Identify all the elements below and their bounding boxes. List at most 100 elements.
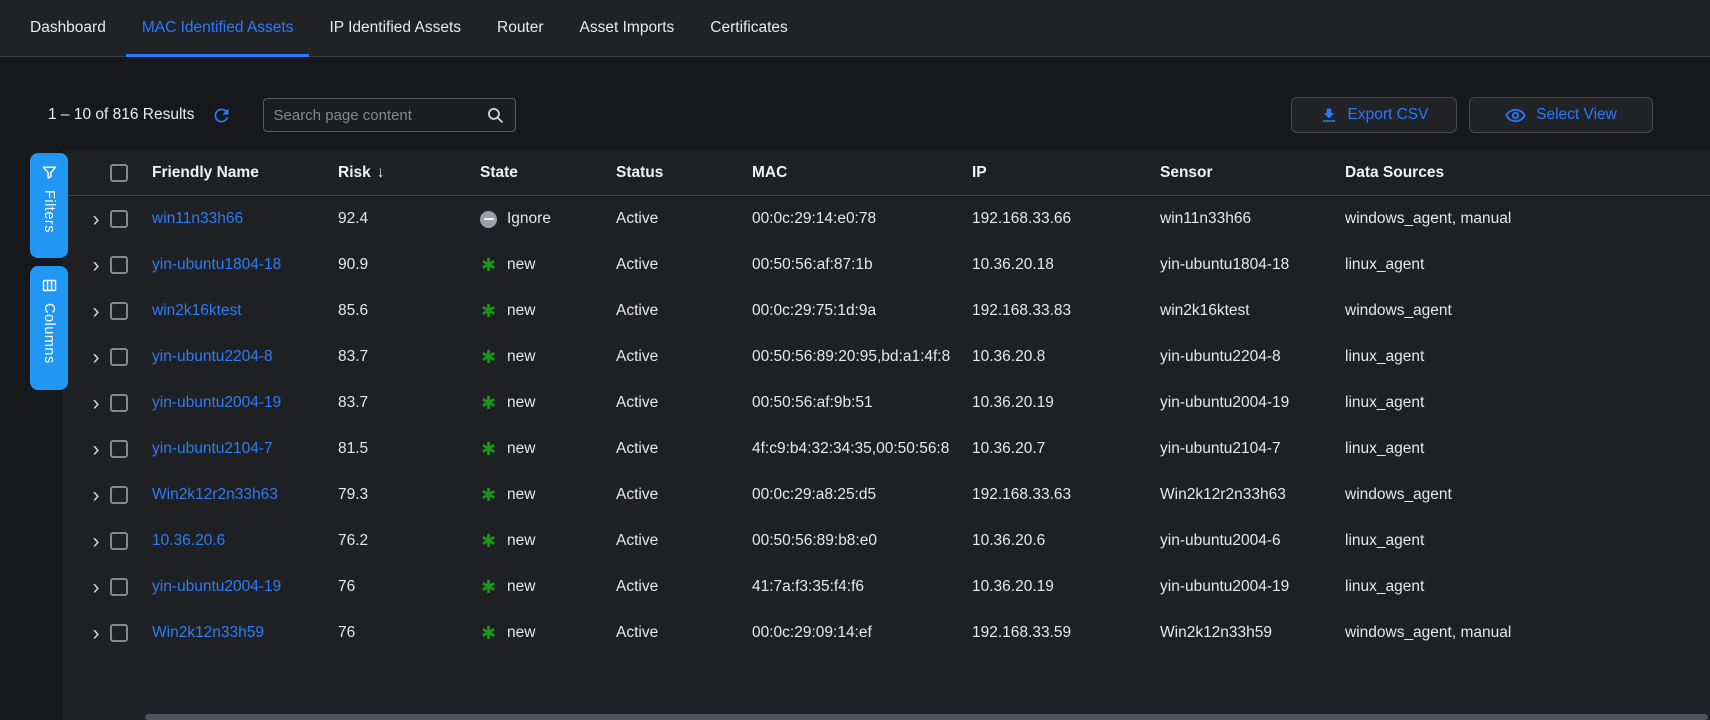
search-input[interactable] xyxy=(274,107,486,124)
state-new-icon: ✱ xyxy=(480,440,497,458)
header-friendly-name[interactable]: Friendly Name xyxy=(152,164,338,182)
tab-mac-identified-assets[interactable]: MAC Identified Assets xyxy=(126,0,310,56)
expand-row-chevron-icon[interactable]: › xyxy=(87,347,105,368)
header-ip[interactable]: IP xyxy=(972,164,1160,182)
nav-tabs: DashboardMAC Identified AssetsIP Identif… xyxy=(14,0,808,56)
cell-friendly-name[interactable]: win2k16ktest xyxy=(152,302,338,320)
select-view-button[interactable]: Select View xyxy=(1469,97,1653,133)
expand-row-chevron-icon[interactable]: › xyxy=(87,255,105,276)
state-label: new xyxy=(507,302,535,320)
cell-data-sources: linux_agent xyxy=(1345,348,1710,366)
cell-mac: 00:50:56:af:9b:51 xyxy=(752,394,972,412)
cell-friendly-name[interactable]: yin-ubuntu1804-18 xyxy=(152,256,338,274)
header-mac[interactable]: MAC xyxy=(752,164,972,182)
expand-row-chevron-icon[interactable]: › xyxy=(87,577,105,598)
sort-descending-icon: ↓ xyxy=(377,164,385,181)
table-row: ›yin-ubuntu2204-883.7✱newActive00:50:56:… xyxy=(63,334,1710,380)
export-csv-button[interactable]: Export CSV xyxy=(1291,97,1457,133)
tab-ip-identified-assets[interactable]: IP Identified Assets xyxy=(313,0,477,56)
expand-row-chevron-icon[interactable]: › xyxy=(87,485,105,506)
state-label: new xyxy=(507,532,535,550)
cell-state: ✱new xyxy=(480,394,616,412)
expand-row-chevron-icon[interactable]: › xyxy=(87,439,105,460)
cell-friendly-name[interactable]: Win2k12n33h59 xyxy=(152,624,338,642)
refresh-button[interactable] xyxy=(211,104,233,126)
cell-data-sources: linux_agent xyxy=(1345,440,1710,458)
cell-sensor: yin-ubuntu1804-18 xyxy=(1160,256,1345,274)
cell-sensor: yin-ubuntu2004-19 xyxy=(1160,578,1345,596)
tab-router[interactable]: Router xyxy=(481,0,560,56)
cell-state: ✱ new xyxy=(480,440,616,458)
header-risk[interactable]: Risk↓ xyxy=(338,164,480,182)
state-label: new xyxy=(507,486,535,504)
toolbar: 1 – 10 of 816 Results Export CSV Select … xyxy=(0,97,1710,133)
expand-row-chevron-icon[interactable]: › xyxy=(87,531,105,552)
row-checkbox[interactable] xyxy=(110,440,128,458)
row-checkbox[interactable] xyxy=(110,256,128,274)
expand-row-chevron-icon[interactable]: › xyxy=(87,623,105,644)
cell-data-sources: windows_agent xyxy=(1345,486,1710,504)
header-status[interactable]: Status xyxy=(616,164,752,182)
header-state[interactable]: State xyxy=(480,164,616,182)
state-label: new xyxy=(507,624,535,642)
table-row: ›Win2k12n33h5976✱newActive00:0c:29:09:14… xyxy=(63,610,1710,656)
cell-ip: 192.168.33.59 xyxy=(972,624,1160,642)
select-view-label: Select View xyxy=(1536,106,1617,124)
tab-dashboard[interactable]: Dashboard xyxy=(14,0,122,56)
expand-row-chevron-icon[interactable]: › xyxy=(87,301,105,322)
cell-state: ✱new xyxy=(480,302,616,320)
cell-ip: 10.36.20.6 xyxy=(972,532,1160,550)
cell-ip: 192.168.33.63 xyxy=(972,486,1160,504)
cell-friendly-name[interactable]: yin-ubuntu2004-19 xyxy=(152,394,338,412)
cell-risk: 76.2 xyxy=(338,532,480,550)
filters-tab[interactable]: Filters xyxy=(30,153,68,258)
cell-status: Active xyxy=(616,302,752,320)
cell-status: Active xyxy=(616,440,752,458)
row-checkbox[interactable] xyxy=(110,532,128,550)
state-label: new xyxy=(507,256,535,274)
horizontal-scrollbar[interactable] xyxy=(145,714,1708,720)
header-sensor[interactable]: Sensor xyxy=(1160,164,1345,182)
table-row: ›Win2k12r2n33h6379.3✱newActive00:0c:29:a… xyxy=(63,472,1710,518)
table-body: ›win11n33h6692.4IgnoreActive00:0c:29:14:… xyxy=(63,196,1710,656)
state-new-icon: ✱ xyxy=(480,394,497,412)
row-checkbox[interactable] xyxy=(110,302,128,320)
cell-mac: 00:50:56:89:20:95,bd:a1:4f:8 xyxy=(752,348,972,366)
cell-mac: 00:0c:29:14:e0:78 xyxy=(752,210,972,228)
cell-sensor: win2k16ktest xyxy=(1160,302,1345,320)
header-data-sources[interactable]: Data Sources xyxy=(1345,164,1710,182)
cell-data-sources: windows_agent xyxy=(1345,302,1710,320)
select-all-checkbox[interactable] xyxy=(110,164,128,182)
cell-risk: 90.9 xyxy=(338,256,480,274)
row-checkbox[interactable] xyxy=(110,486,128,504)
cell-friendly-name[interactable]: yin-ubuntu2004-19 xyxy=(152,578,338,596)
row-controls-cell: › xyxy=(63,577,152,598)
cell-friendly-name[interactable]: yin-ubuntu2104-7 xyxy=(152,440,338,458)
state-label: new xyxy=(507,440,535,458)
expand-row-chevron-icon[interactable]: › xyxy=(87,393,105,414)
row-checkbox[interactable] xyxy=(110,578,128,596)
columns-tab-label: Columns xyxy=(41,303,57,364)
cell-data-sources: linux_agent xyxy=(1345,394,1710,412)
download-icon xyxy=(1320,106,1338,124)
row-checkbox[interactable] xyxy=(110,394,128,412)
cell-friendly-name[interactable]: win11n33h66 xyxy=(152,210,338,228)
tab-certificates[interactable]: Certificates xyxy=(694,0,804,56)
cell-data-sources: windows_agent, manual xyxy=(1345,210,1710,228)
table-row: ›10.36.20.676.2✱newActive00:50:56:89:b8:… xyxy=(63,518,1710,564)
cell-risk: 76 xyxy=(338,624,480,642)
expand-row-chevron-icon[interactable]: › xyxy=(87,209,105,230)
cell-friendly-name[interactable]: 10.36.20.6 xyxy=(152,532,338,550)
cell-friendly-name[interactable]: Win2k12r2n33h63 xyxy=(152,486,338,504)
cell-mac: 00:0c:29:09:14:ef xyxy=(752,624,972,642)
row-controls-cell: › xyxy=(63,347,152,368)
cell-mac: 00:50:56:af:87:1b xyxy=(752,256,972,274)
tab-asset-imports[interactable]: Asset Imports xyxy=(564,0,691,56)
state-new-icon: ✱ xyxy=(480,486,497,504)
row-checkbox[interactable] xyxy=(110,624,128,642)
cell-friendly-name[interactable]: yin-ubuntu2204-8 xyxy=(152,348,338,366)
row-checkbox[interactable] xyxy=(110,210,128,228)
row-checkbox[interactable] xyxy=(110,348,128,366)
columns-tab[interactable]: Columns xyxy=(30,266,68,390)
state-new-icon: ✱ xyxy=(480,348,497,366)
